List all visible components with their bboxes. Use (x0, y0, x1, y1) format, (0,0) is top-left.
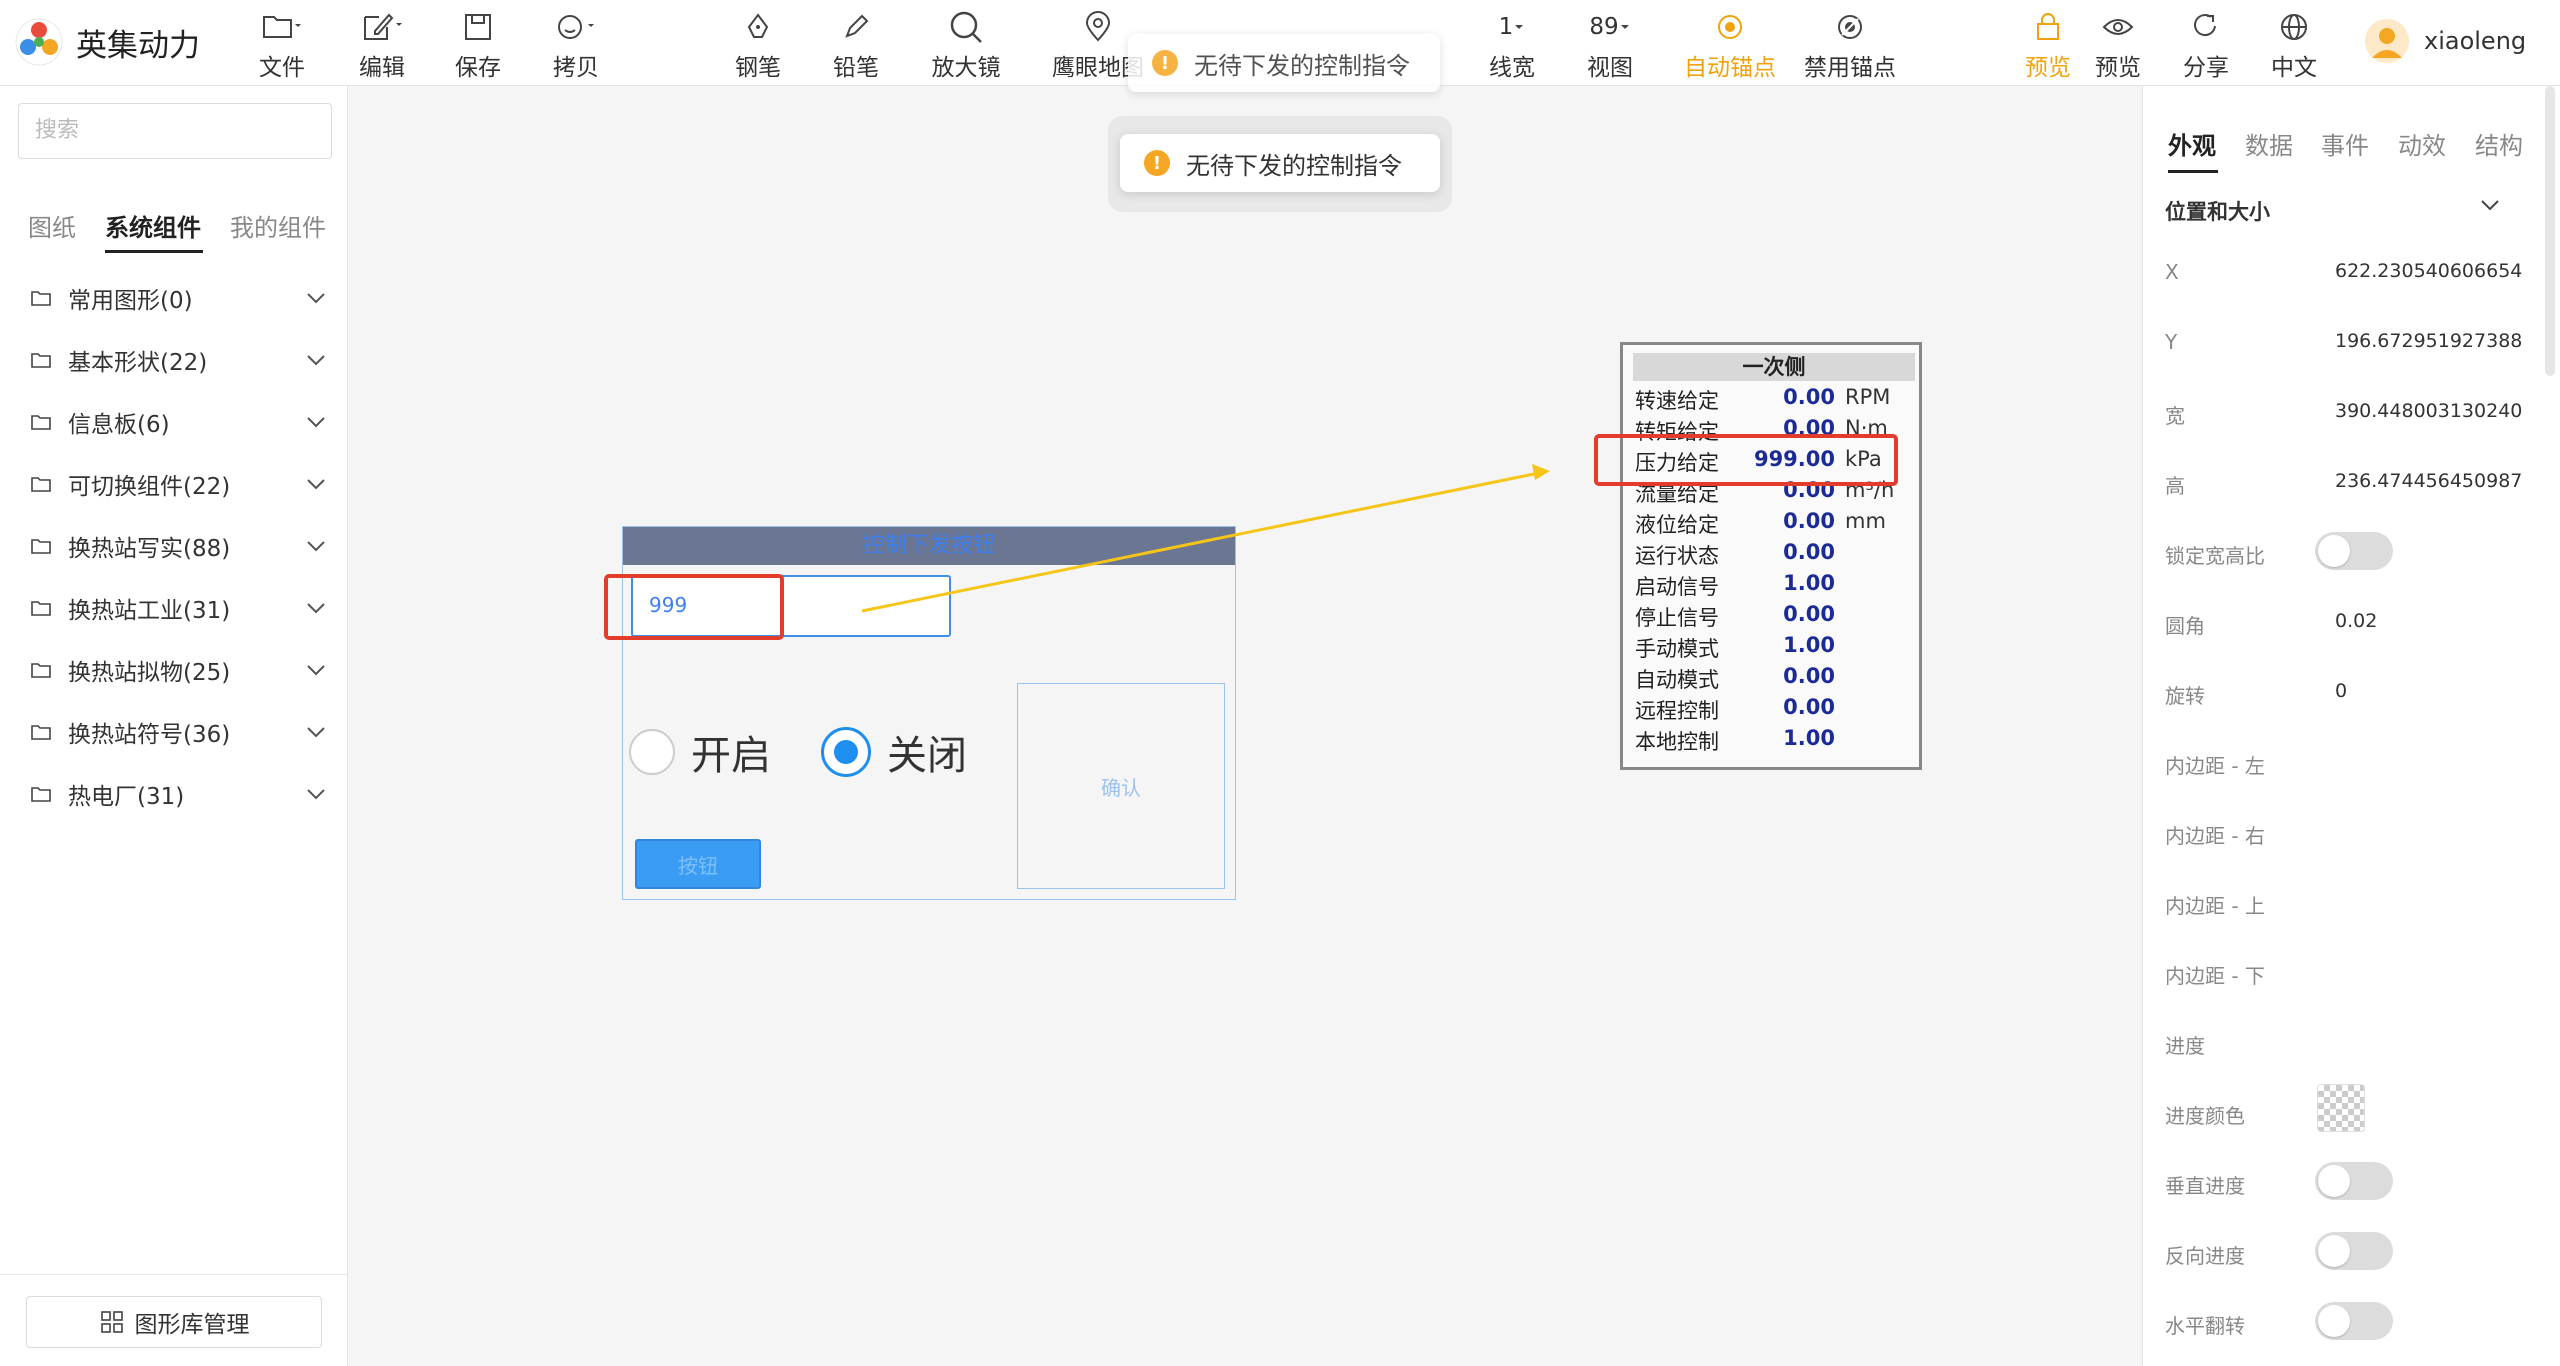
prop-label: 内边距 - 上 (2165, 894, 2265, 918)
tab-data[interactable]: 数据 (2245, 126, 2293, 161)
prop-label: 垂直进度 (2165, 1174, 2245, 1198)
prop-radius-value[interactable]: 0.02 (2335, 610, 2529, 632)
prop-label: 锁定宽高比 (2165, 544, 2265, 568)
tab-animation[interactable]: 动效 (2398, 126, 2446, 161)
prop-label: 进度颜色 (2165, 1104, 2245, 1128)
toast-message: ! 无待下发的控制指令 (1120, 134, 1440, 192)
info-row: 运行状态 0.00 (1635, 540, 1835, 568)
highlight-pressure-row (1594, 434, 1898, 486)
prop-label: 圆角 (2165, 614, 2205, 638)
prop-height-value[interactable]: 236.474456450987 (2335, 470, 2529, 492)
info-row: 启动信号 1.00 (1635, 571, 1835, 599)
prop-label: X (2165, 260, 2179, 284)
prop-label: 宽 (2165, 404, 2185, 428)
tab-structure[interactable]: 结构 (2475, 126, 2523, 161)
warning-icon: ! (1144, 150, 1170, 176)
vertical-progress-toggle[interactable] (2315, 1162, 2393, 1200)
info-row: 自动模式 0.00 (1635, 664, 1835, 692)
active-tab-indicator (2168, 170, 2218, 173)
prop-rotation-value[interactable]: 0 (2335, 680, 2529, 702)
prop-label: 进度 (2165, 1034, 2205, 1058)
section-position-size[interactable]: 位置和大小 (2165, 196, 2270, 226)
prop-label: 高 (2165, 474, 2185, 498)
prop-x-value[interactable]: 622.230540606654 (2335, 260, 2529, 282)
lock-aspect-toggle[interactable] (2315, 532, 2393, 570)
info-row: 手动模式 1.00 (1635, 633, 1835, 661)
info-panel[interactable]: 一次侧 转速给定 0.00 RPM 转矩给定 0.00 N·m 压力给定 999.00 kP… (1620, 342, 1922, 770)
info-panel-title: 一次侧 (1633, 353, 1915, 381)
prop-label: 内边距 - 左 (2165, 754, 2265, 778)
reverse-progress-toggle[interactable] (2315, 1232, 2393, 1270)
prop-label: Y (2165, 330, 2178, 354)
prop-width-value[interactable]: 390.448003130240 (2335, 400, 2529, 422)
info-row: 停止信号 0.00 (1635, 602, 1835, 630)
scrollbar[interactable] (2545, 86, 2555, 376)
chevron-down-icon[interactable] (2479, 198, 2501, 212)
prop-label: 内边距 - 下 (2165, 964, 2265, 988)
tab-events[interactable]: 事件 (2321, 126, 2369, 161)
info-row: 远程控制 0.00 (1635, 695, 1835, 723)
prop-label: 旋转 (2165, 684, 2205, 708)
prop-label: 水平翻转 (2165, 1314, 2245, 1338)
prop-y-value[interactable]: 196.672951927388 (2335, 330, 2529, 352)
warning-icon: ! (1152, 50, 1178, 76)
info-row: 本地控制 1.00 (1635, 726, 1835, 754)
prop-label: 内边距 - 右 (2165, 824, 2265, 848)
progress-color-picker[interactable] (2317, 1084, 2365, 1132)
properties-panel: 外观 数据 事件 动效 结构 位置和大小 X 622.230540606654 … (2142, 86, 2560, 1366)
info-row: 转速给定 0.00 RPM (1635, 385, 1891, 413)
tab-appearance[interactable]: 外观 (2168, 126, 2216, 161)
prop-label: 反向进度 (2165, 1244, 2245, 1268)
info-row: 液位给定 0.00 mm (1635, 509, 1886, 537)
horizontal-flip-toggle[interactable] (2315, 1302, 2393, 1340)
toast-message: ! 无待下发的控制指令 (1128, 34, 1440, 92)
